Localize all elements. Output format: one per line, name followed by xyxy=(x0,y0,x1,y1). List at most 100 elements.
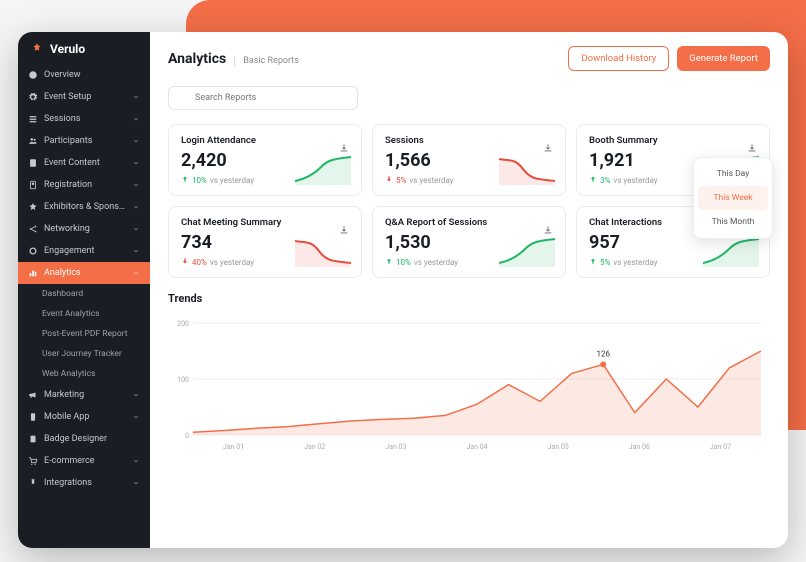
brand[interactable]: Verulo xyxy=(18,32,150,64)
arrow-up-icon xyxy=(385,257,393,267)
delta-pct: 10% xyxy=(192,176,207,185)
trends-title: Trends xyxy=(168,292,770,305)
metric-card-q-a-report-of-sessions[interactable]: Q&A Report of Sessions 1,530 10%vs yeste… xyxy=(372,206,566,278)
download-history-button[interactable]: Download History xyxy=(568,46,669,71)
metric-card-chat-meeting-summary[interactable]: Chat Meeting Summary 734 40%vs yesterday xyxy=(168,206,362,278)
chevron-down-icon xyxy=(132,391,140,399)
download-icon[interactable] xyxy=(339,138,349,148)
nav-label: Marketing xyxy=(44,390,126,400)
metric-card-sessions[interactable]: Sessions 1,566 5%vs yesterday xyxy=(372,124,566,196)
download-icon[interactable] xyxy=(543,220,553,230)
ring-icon xyxy=(28,246,38,256)
nav-label: Sessions xyxy=(44,114,126,124)
chevron-down-icon xyxy=(132,457,140,465)
delta-vs: vs yesterday xyxy=(210,258,254,267)
chevron-down-icon xyxy=(132,247,140,255)
sidebar-sub-post-event-pdf-report[interactable]: Post-Event PDF Report xyxy=(18,324,150,344)
sidebar-sub-web-analytics[interactable]: Web Analytics xyxy=(18,364,150,384)
sidebar-sub-dashboard[interactable]: Dashboard xyxy=(18,284,150,304)
list-icon xyxy=(28,114,38,124)
app-window: Verulo Overview Event Setup Sessions Partic… xyxy=(18,32,788,548)
sidebar-item-networking[interactable]: Networking xyxy=(18,218,150,240)
card-title: Booth Summary xyxy=(589,135,658,146)
sparkline xyxy=(295,155,351,185)
share-icon xyxy=(28,224,38,234)
svg-text:100: 100 xyxy=(177,376,189,384)
sidebar-item-registration[interactable]: Registration xyxy=(18,174,150,196)
period-option-this-day[interactable]: This Day xyxy=(698,162,768,186)
sidebar-item-integrations[interactable]: Integrations xyxy=(18,472,150,494)
chevron-down-icon xyxy=(132,413,140,421)
sidebar-item-marketing[interactable]: Marketing xyxy=(18,384,150,406)
period-popover: This DayThis WeekThis Month xyxy=(693,157,773,239)
nav-label: Event Content xyxy=(44,158,126,168)
star-icon xyxy=(28,202,38,212)
svg-text:Jan 05: Jan 05 xyxy=(548,443,569,451)
arrow-up-icon xyxy=(181,175,189,185)
chevron-down-icon xyxy=(132,93,140,101)
chevron-down-icon xyxy=(132,115,140,123)
sidebar-item-analytics[interactable]: Analytics xyxy=(18,262,150,284)
chart-peak-dot xyxy=(600,361,606,367)
sidebar-item-mobile-app[interactable]: Mobile App xyxy=(18,406,150,428)
delta-pct: 5% xyxy=(396,176,406,185)
nav-label: Overview xyxy=(44,70,140,80)
delta-vs: vs yesterday xyxy=(409,176,453,185)
download-icon[interactable] xyxy=(543,138,553,148)
nav-label: Engagement xyxy=(44,246,126,256)
metric-card-login-attendance[interactable]: Login Attendance 2,420 10%vs yesterday xyxy=(168,124,362,196)
badge-icon xyxy=(28,180,38,190)
generate-report-button[interactable]: Generate Report xyxy=(677,46,770,71)
chart-area xyxy=(193,351,761,435)
delta-vs: vs yesterday xyxy=(210,176,254,185)
chevron-down-icon xyxy=(132,181,140,189)
svg-text:Jan 03: Jan 03 xyxy=(385,443,406,451)
delta-pct: 40% xyxy=(192,258,207,267)
search-input[interactable] xyxy=(168,86,358,110)
page-header: Analytics Basic Reports Download History… xyxy=(168,46,770,71)
nav-label: Participants xyxy=(44,136,126,146)
badge2-icon xyxy=(28,434,38,444)
card-title: Chat Meeting Summary xyxy=(181,217,281,228)
sidebar-item-exhibitors-sponsors[interactable]: Exhibitors & Sponsors xyxy=(18,196,150,218)
sidebar-item-badge-designer[interactable]: Badge Designer xyxy=(18,428,150,450)
chevron-down-icon xyxy=(132,225,140,233)
nav-list: Overview Event Setup Sessions Participants E… xyxy=(18,64,150,494)
svg-text:Jan 01: Jan 01 xyxy=(223,443,244,451)
brand-name: Verulo xyxy=(50,42,85,56)
sidebar: Verulo Overview Event Setup Sessions Partic… xyxy=(18,32,150,548)
metric-card-booth-summary[interactable]: Booth Summary 1,921 3%vs yesterday This … xyxy=(576,124,770,196)
nav-label: Event Setup xyxy=(44,92,126,102)
nav-label: Integrations xyxy=(44,478,126,488)
sidebar-item-event-setup[interactable]: Event Setup xyxy=(18,86,150,108)
period-option-this-month[interactable]: This Month xyxy=(698,210,768,234)
users-icon xyxy=(28,136,38,146)
svg-text:0: 0 xyxy=(185,432,189,440)
nav-label: Badge Designer xyxy=(44,434,140,444)
svg-text:Jan 06: Jan 06 xyxy=(629,443,650,451)
brand-icon xyxy=(30,42,44,56)
sidebar-item-event-content[interactable]: Event Content xyxy=(18,152,150,174)
download-icon[interactable] xyxy=(339,220,349,230)
svg-text:Jan 04: Jan 04 xyxy=(466,443,487,451)
sidebar-sub-user-journey-tracker[interactable]: User Journey Tracker xyxy=(18,344,150,364)
svg-text:Jan 07: Jan 07 xyxy=(710,443,731,451)
mega-icon xyxy=(28,390,38,400)
page-subtitle: Basic Reports xyxy=(234,56,299,66)
sidebar-item-participants[interactable]: Participants xyxy=(18,130,150,152)
sparkline xyxy=(703,237,759,267)
nav-label: E-commerce xyxy=(44,456,126,466)
sidebar-item-engagement[interactable]: Engagement xyxy=(18,240,150,262)
period-option-this-week[interactable]: This Week xyxy=(698,186,768,210)
sidebar-sub-event-analytics[interactable]: Event Analytics xyxy=(18,304,150,324)
card-title: Q&A Report of Sessions xyxy=(385,217,487,228)
sidebar-item-overview[interactable]: Overview xyxy=(18,64,150,86)
svg-text:Jan 02: Jan 02 xyxy=(304,443,325,451)
arrow-down-icon xyxy=(181,257,189,267)
sidebar-item-e-commerce[interactable]: E-commerce xyxy=(18,450,150,472)
cards-row-1: Login Attendance 2,420 10%vs yesterday S… xyxy=(168,124,770,196)
delta-pct: 5% xyxy=(600,258,610,267)
card-title: Sessions xyxy=(385,135,424,146)
download-icon[interactable] xyxy=(747,138,757,148)
sidebar-item-sessions[interactable]: Sessions xyxy=(18,108,150,130)
